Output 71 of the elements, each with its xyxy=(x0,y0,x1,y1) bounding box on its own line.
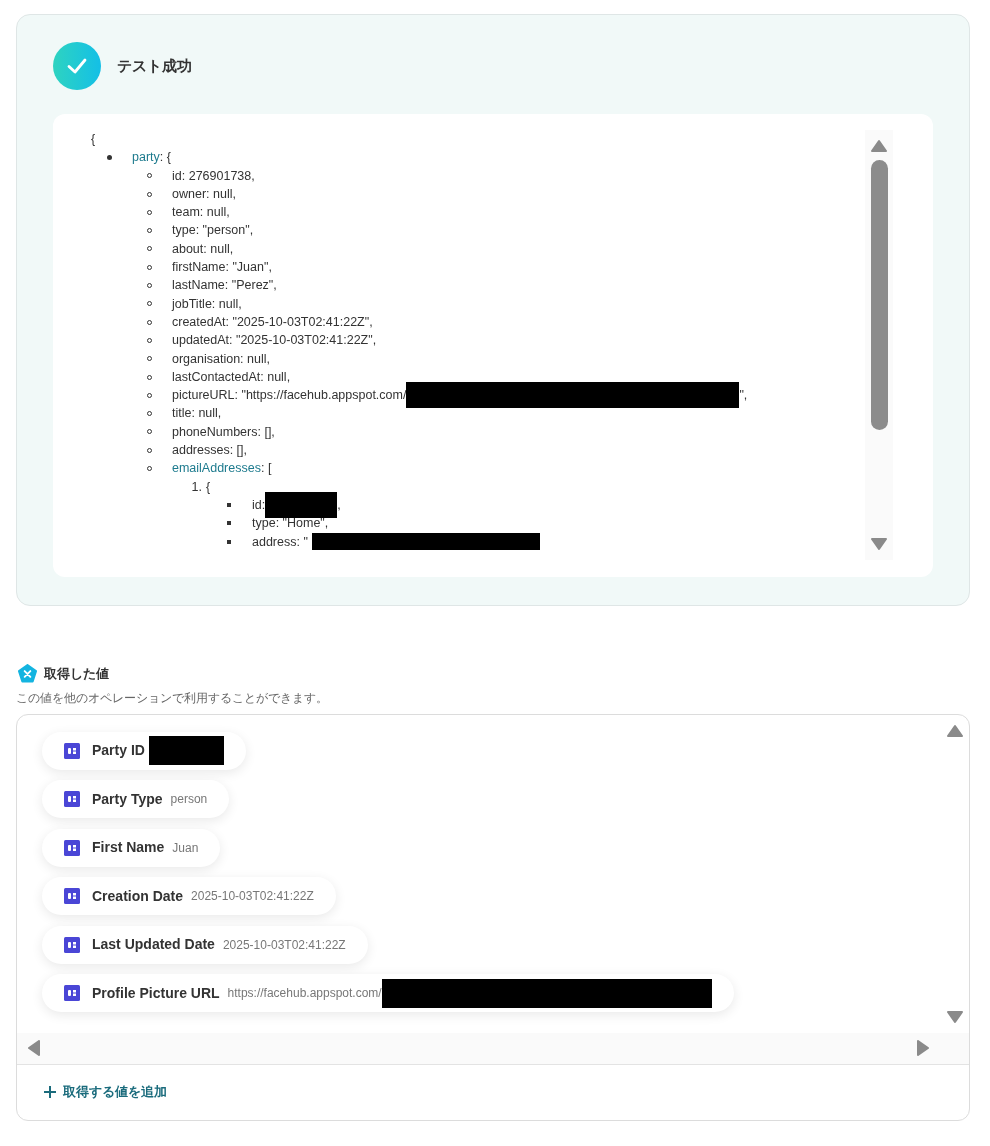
variable-icon xyxy=(64,985,80,1001)
json-key: party xyxy=(132,148,160,167)
variable-icon xyxy=(64,839,80,856)
bullet-icon xyxy=(227,521,231,526)
value-chip[interactable]: Party Type person xyxy=(42,780,230,818)
json-text: lastContactedAt: null, xyxy=(172,368,291,386)
json-text: owner: null, xyxy=(172,185,236,203)
scroll-left-icon[interactable] xyxy=(26,1040,42,1056)
scroll-up-icon[interactable] xyxy=(947,722,963,739)
json-text: ", xyxy=(739,387,748,405)
value-chip[interactable]: First Name Juan xyxy=(42,828,221,867)
json-text: , xyxy=(337,496,341,514)
scroll-down-icon[interactable] xyxy=(871,536,887,552)
scroll-up-icon[interactable] xyxy=(871,138,887,154)
json-text: id: xyxy=(252,496,266,514)
variable-icon xyxy=(64,791,80,807)
horizontal-scrollbar[interactable] xyxy=(17,1032,969,1064)
scroll-right-icon[interactable] xyxy=(915,1040,931,1056)
chip-value: 2025-10-03T02:41:22Z xyxy=(191,888,314,905)
json-text: addresses: [], xyxy=(172,442,248,460)
variable-icon xyxy=(64,742,80,759)
json-text: updatedAt: "2025-10-03T02:41:22Z", xyxy=(172,332,377,350)
json-text: { xyxy=(91,132,96,146)
json-text: : { xyxy=(159,149,171,167)
chip-label: Party ID xyxy=(92,741,145,760)
json-text: firstName: "Juan", xyxy=(172,259,272,277)
scrollbar[interactable] xyxy=(865,130,893,560)
chip-value: Juan xyxy=(172,839,199,857)
scroll-down-icon[interactable] xyxy=(947,1008,963,1025)
bullet-icon xyxy=(227,539,231,544)
chip-label: Last Updated Date xyxy=(92,935,215,954)
result-title: テスト成功 xyxy=(117,55,192,76)
add-value-button[interactable]: 取得する値を追加 xyxy=(43,1082,167,1102)
value-chip[interactable]: Last Updated Date 2025-10-03T02:41:22Z xyxy=(42,925,368,964)
value-chip[interactable]: Party ID xyxy=(42,731,246,770)
json-text: address: " xyxy=(252,533,308,550)
value-chip[interactable]: Creation Date 2025-10-03T02:41:22Z xyxy=(42,877,336,915)
scrollbar-thumb[interactable] xyxy=(870,160,888,430)
json-text: jobTitle: null, xyxy=(172,295,242,313)
json-text: type: "Home", xyxy=(252,515,329,533)
json-text: createdAt: "2025-10-03T02:41:22Z", xyxy=(172,313,373,331)
plus-icon xyxy=(43,1085,57,1099)
chip-label: Profile Picture URL xyxy=(92,983,220,1003)
json-text: phoneNumbers: [], xyxy=(172,423,275,441)
json-text: : [ xyxy=(260,460,272,478)
json-key: emailAddresses xyxy=(172,459,261,478)
json-text: title: null, xyxy=(172,405,222,423)
variable-badge-icon xyxy=(18,664,37,684)
variable-icon xyxy=(64,936,80,953)
bullet-icon xyxy=(227,503,231,508)
json-text: organisation: null, xyxy=(172,350,270,368)
json-text: type: "person", xyxy=(172,222,254,240)
json-text: about: null, xyxy=(172,240,234,258)
variable-icon xyxy=(64,888,80,904)
chip-value: person xyxy=(170,791,208,808)
chip-label: First Name xyxy=(92,838,165,857)
chip-value: https://facehub.appspot.com/ xyxy=(227,985,382,1002)
chip-value: 2025-10-03T02:41:22Z xyxy=(222,936,346,954)
list-number: 1. xyxy=(190,478,202,496)
check-icon xyxy=(53,42,101,90)
chip-label: Party Type xyxy=(92,789,163,809)
json-text: pictureURL: "https://facehub.appspot.com/ xyxy=(172,387,407,405)
value-chip[interactable]: Profile Picture URL https://facehub.appspot.com/ xyxy=(42,974,734,1012)
json-text: id: 276901738, xyxy=(172,167,255,185)
json-text: team: null, xyxy=(172,204,230,222)
json-text: lastName: "Perez", xyxy=(172,277,277,295)
json-text: { xyxy=(206,478,211,496)
section-title: 取得した値 xyxy=(44,665,109,683)
section-description: この値を他のオペレーションで利用することができます。 xyxy=(16,690,329,706)
chip-label: Creation Date xyxy=(92,886,184,906)
bullet-icon xyxy=(107,154,112,160)
